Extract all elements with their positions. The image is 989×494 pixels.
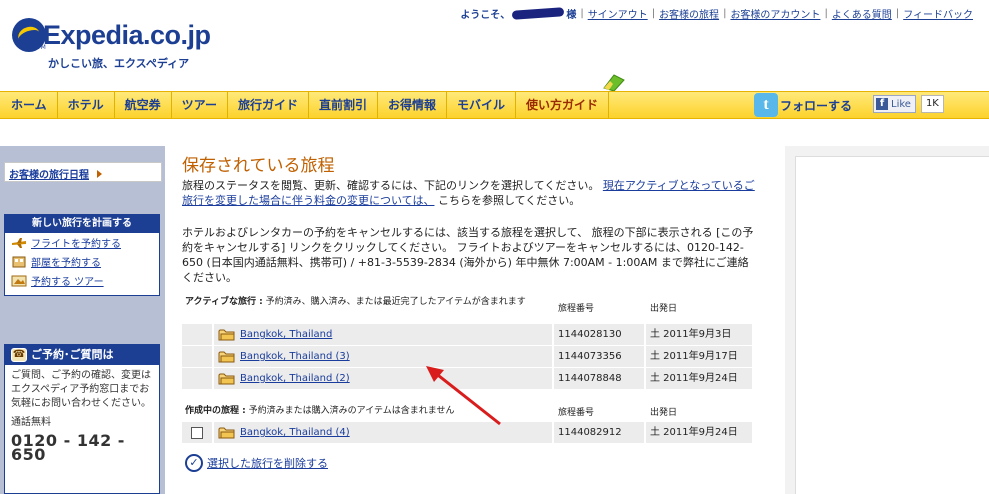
facebook-like-label: Like xyxy=(891,98,911,110)
trip-link[interactable]: Bangkok, Thailand (2) xyxy=(240,373,350,384)
folder-icon xyxy=(218,373,235,385)
nav-home[interactable]: ホーム xyxy=(0,91,58,119)
account-links: ようこそ、 様 | サインアウト | お客様の旅程 | お客様のアカウント | … xyxy=(460,6,973,21)
greeting: ようこそ、 xyxy=(460,10,511,21)
airplane-icon xyxy=(12,237,26,248)
active-trips-label: アクティブな旅行 : xyxy=(185,297,263,307)
toll-free-label: 通話無料 xyxy=(11,417,51,428)
column-itinerary-number: 旅程番号 xyxy=(558,408,595,418)
nav-deals[interactable]: お得情報 xyxy=(378,91,447,119)
nav-last-minute[interactable]: 直前割引 xyxy=(309,91,378,119)
nav-mobile[interactable]: モバイル xyxy=(447,91,517,119)
book-room-link[interactable]: 部屋を予約する xyxy=(31,254,101,269)
departure-date: 土 2011年9月24日 xyxy=(650,427,738,438)
itinerary-number: 1144082912 xyxy=(554,422,646,443)
guide-bookmark-icon xyxy=(603,74,625,92)
plan-trip-title: 新しい旅行を計画する xyxy=(5,215,159,233)
trip-link[interactable]: Bangkok, Thailand (4) xyxy=(240,427,350,438)
twitter-icon: t xyxy=(754,93,778,117)
tagline: かしこい旅、エクスペディア xyxy=(48,57,190,70)
brand-name: Expedia.co.jp xyxy=(43,20,211,50)
plan-trip-box: 新しい旅行を計画する フライトを予約する 部屋を予約する 予約する ツアー xyxy=(4,214,160,296)
itinerary-number: 1144078848 xyxy=(554,368,646,389)
column-itinerary-number: 旅程番号 xyxy=(558,304,595,314)
contact-title: ご予約･ご質問は xyxy=(31,348,114,361)
facebook-like-widget: f Like 1K xyxy=(873,95,944,113)
departure-date: 土 2011年9月24日 xyxy=(650,373,738,384)
departure-date: 土 2011年9月17日 xyxy=(650,351,738,362)
itinerary-link[interactable]: お客様の旅行日程 xyxy=(9,170,89,181)
my-itineraries-link[interactable]: お客様の旅程 xyxy=(659,6,719,21)
active-trips-header: アクティブな旅行 : 予約済み、購入済み、または最近完了したアイテムが含まれます… xyxy=(182,294,752,324)
checkmark-circle-icon: ✓ xyxy=(185,454,203,472)
nav-travel-guide[interactable]: 旅行ガイド xyxy=(228,91,309,119)
book-flight-item[interactable]: フライトを予約する xyxy=(5,233,159,252)
trip-link[interactable]: Bangkok, Thailand (3) xyxy=(240,351,350,362)
facebook-like-button[interactable]: f Like xyxy=(873,95,916,113)
nav-hotel[interactable]: ホテル xyxy=(58,91,115,119)
left-sidebar: お客様の旅行日程 新しい旅行を計画する フライトを予約する 部屋を予約する 予約… xyxy=(0,146,165,494)
redacted-username xyxy=(512,7,565,20)
facebook-like-count: 1K xyxy=(920,95,944,113)
my-account-link[interactable]: お客様のアカウント xyxy=(730,6,820,21)
itinerary-number: 1144073356 xyxy=(554,346,646,367)
folder-icon xyxy=(218,351,235,363)
expedia-logo[interactable]: TM Expedia.co.jp かしこい旅、エクスペディア xyxy=(12,18,232,73)
tour-icon xyxy=(11,275,27,286)
greeting-suffix: 様 xyxy=(566,10,577,21)
ad-placeholder xyxy=(795,156,989,494)
sign-out-link[interactable]: サインアウト xyxy=(588,6,648,21)
book-tour-item[interactable]: 予約する ツアー xyxy=(5,271,159,290)
intro-text: 旅程のステータスを閲覧、更新、確認するには、下記のリンクを選択してください。 xyxy=(182,179,600,192)
contact-description: ご質問、ご予約の確認、変更はエクスペディア予約窓口までお気軽にお問い合わせくださ… xyxy=(11,370,151,409)
arrow-right-icon xyxy=(97,170,103,178)
delete-selected-row[interactable]: ✓ 選択した旅行を削除する xyxy=(185,454,328,472)
nav-how-to-guide[interactable]: 使い方ガイド xyxy=(516,91,610,119)
select-trip-checkbox[interactable] xyxy=(191,426,203,439)
cancel-instructions: ホテルおよびレンタカーの予約をキャンセルするには、該当する旅程を選択して、 旅程… xyxy=(182,226,754,284)
draft-trips-label: 作成中の旅程 : xyxy=(185,406,246,416)
departure-date: 土 2011年9月3日 xyxy=(650,329,732,340)
itinerary-nav-box[interactable]: お客様の旅行日程 xyxy=(4,162,162,182)
feedback-link[interactable]: フィードバック xyxy=(903,6,973,21)
intro-tail: こちらを参照してください。 xyxy=(437,194,581,207)
book-tour-link[interactable]: 予約する ツアー xyxy=(31,273,104,288)
contact-box: ☎ ご予約･ご質問は ご質問、ご予約の確認、変更はエクスペディア予約窓口までお気… xyxy=(4,344,160,494)
book-flight-link[interactable]: フライトを予約する xyxy=(31,235,121,250)
twitter-follow-button[interactable]: t フォローする xyxy=(754,92,852,118)
contact-title-bar: ☎ ご予約･ご質問は xyxy=(5,345,159,365)
column-departure-date: 出発日 xyxy=(650,304,678,314)
toll-free-number: 0120 - 142 - 650 xyxy=(11,431,125,464)
hotel-icon xyxy=(12,256,26,267)
itinerary-number: 1144028130 xyxy=(554,324,646,345)
contact-body: ご質問、ご予約の確認、変更はエクスペディア予約窓口までお気軽にお問い合わせくださ… xyxy=(5,365,159,466)
faq-link[interactable]: よくある質問 xyxy=(832,6,892,21)
trip-link[interactable]: Bangkok, Thailand xyxy=(240,329,332,340)
telephone-icon: ☎ xyxy=(11,348,27,362)
itinerary-intro: 旅程のステータスを閲覧、更新、確認するには、下記のリンクを選択してください。 現… xyxy=(182,178,757,208)
header: TM Expedia.co.jp かしこい旅、エクスペディア ようこそ、 様 |… xyxy=(0,0,989,88)
page-title: 保存されている旅程 xyxy=(182,156,335,176)
folder-icon xyxy=(218,329,235,341)
book-room-item[interactable]: 部屋を予約する xyxy=(5,252,159,271)
table-row: Bangkok, Thailand 1144028130 土 2011年9月3日 xyxy=(182,324,752,345)
facebook-icon: f xyxy=(876,98,888,110)
folder-icon xyxy=(218,427,235,439)
delete-selected-link[interactable]: 選択した旅行を削除する xyxy=(207,455,328,471)
nav-tours[interactable]: ツアー xyxy=(172,91,228,119)
right-ad-panel xyxy=(785,146,989,494)
active-trips-description: 予約済み、購入済み、または最近完了したアイテムが含まれます xyxy=(265,297,526,307)
nav-flights[interactable]: 航空券 xyxy=(115,91,172,119)
column-departure-date: 出発日 xyxy=(650,408,678,418)
annotation-arrow-icon xyxy=(426,366,501,426)
twitter-follow-label: フォローする xyxy=(780,98,853,113)
